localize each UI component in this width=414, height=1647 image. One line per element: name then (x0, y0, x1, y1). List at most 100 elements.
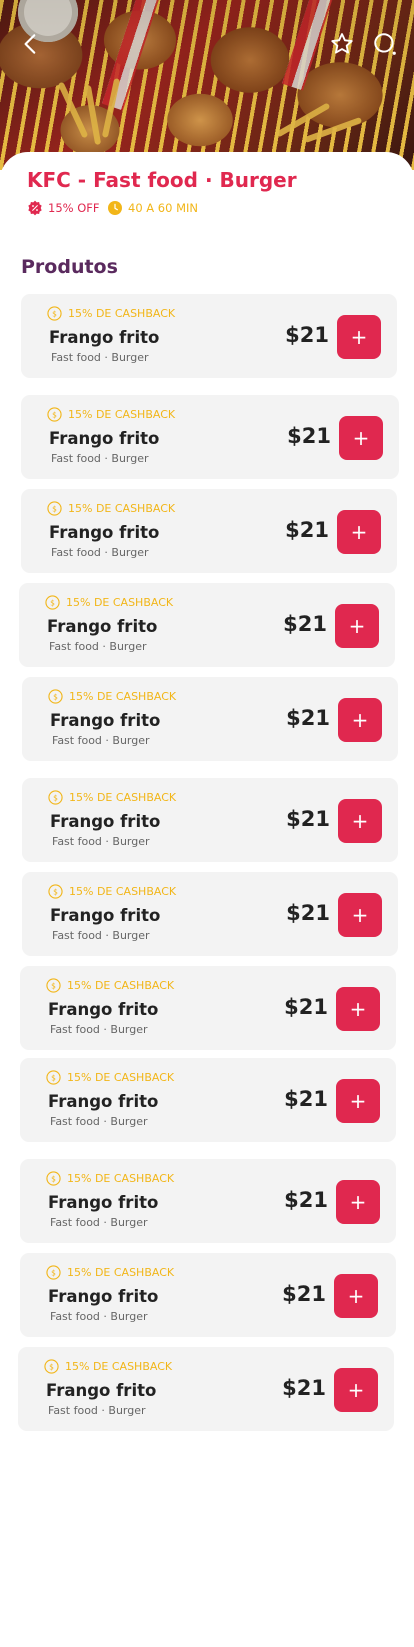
cashback-label: $ 15% DE CASHBACK (46, 1265, 174, 1280)
product-name: Frango frito (46, 1381, 157, 1400)
discount-text: 15% OFF (48, 201, 100, 215)
product-category: Fast food · Burger (48, 1404, 146, 1417)
coin-icon: $ (48, 790, 63, 805)
product-name: Frango frito (50, 906, 161, 925)
svg-text:$: $ (53, 887, 58, 896)
cashback-label: $ 15% DE CASHBACK (44, 1359, 172, 1374)
cashback-label: $ 15% DE CASHBACK (46, 1171, 174, 1186)
section-title: Produtos (21, 256, 118, 278)
back-button[interactable] (18, 31, 44, 57)
product-card[interactable]: $ 15% DE CASHBACK Frango frito Fast food… (22, 677, 398, 761)
add-to-cart-button[interactable]: + (338, 799, 382, 843)
cashback-label: $ 15% DE CASHBACK (48, 884, 176, 899)
add-to-cart-button[interactable]: + (339, 416, 383, 460)
svg-text:$: $ (51, 1268, 56, 1277)
star-icon (331, 33, 353, 54)
product-category: Fast food · Burger (51, 351, 149, 364)
search-icon (374, 33, 396, 55)
add-to-cart-button[interactable]: + (334, 1274, 378, 1318)
svg-text:$: $ (52, 309, 57, 318)
cashback-label: $ 15% DE CASHBACK (47, 306, 175, 321)
product-category: Fast food · Burger (52, 734, 150, 747)
cashback-label: $ 15% DE CASHBACK (47, 407, 175, 422)
product-name: Frango frito (48, 1000, 159, 1019)
product-price: $21 (285, 518, 329, 542)
product-category: Fast food · Burger (52, 929, 150, 942)
product-name: Frango frito (50, 812, 161, 831)
cashback-text: 15% DE CASHBACK (69, 791, 177, 804)
product-price: $21 (284, 995, 328, 1019)
product-price: $21 (284, 1087, 328, 1111)
cashback-text: 15% DE CASHBACK (67, 979, 175, 992)
cashback-text: 15% DE CASHBACK (67, 1266, 175, 1279)
coin-icon: $ (46, 978, 61, 993)
product-price: $21 (287, 424, 331, 448)
product-category: Fast food · Burger (50, 1115, 148, 1128)
coin-icon: $ (46, 1070, 61, 1085)
favorite-button[interactable] (329, 31, 355, 57)
product-card[interactable]: $ 15% DE CASHBACK Frango frito Fast food… (21, 395, 399, 479)
store-title: KFC - Fast food · Burger (27, 168, 297, 192)
product-price: $21 (284, 1188, 328, 1212)
svg-text:$: $ (53, 692, 58, 701)
add-to-cart-button[interactable]: + (337, 315, 381, 359)
delivery-time-text: 40 A 60 MIN (128, 201, 199, 215)
hero-overlay (0, 0, 414, 170)
product-price: $21 (286, 807, 330, 831)
product-name: Frango frito (47, 617, 158, 636)
product-card[interactable]: $ 15% DE CASHBACK Frango frito Fast food… (19, 583, 395, 667)
add-to-cart-button[interactable]: + (336, 1079, 380, 1123)
search-button[interactable] (372, 31, 398, 57)
cashback-text: 15% DE CASHBACK (67, 1071, 175, 1084)
add-to-cart-button[interactable]: + (338, 698, 382, 742)
product-name: Frango frito (49, 523, 160, 542)
product-category: Fast food · Burger (50, 1310, 148, 1323)
svg-text:$: $ (53, 793, 58, 802)
product-price: $21 (283, 612, 327, 636)
cashback-text: 15% DE CASHBACK (67, 1172, 175, 1185)
svg-text:$: $ (52, 504, 57, 513)
cashback-label: $ 15% DE CASHBACK (46, 1070, 174, 1085)
svg-text:$: $ (51, 1174, 56, 1183)
coin-icon: $ (47, 407, 62, 422)
cashback-label: $ 15% DE CASHBACK (47, 501, 175, 516)
coin-icon: $ (45, 595, 60, 610)
product-card[interactable]: $ 15% DE CASHBACK Frango frito Fast food… (20, 966, 396, 1050)
cashback-label: $ 15% DE CASHBACK (48, 790, 176, 805)
cashback-text: 15% DE CASHBACK (68, 502, 176, 515)
product-card[interactable]: $ 15% DE CASHBACK Frango frito Fast food… (20, 1058, 396, 1142)
chevron-left-icon (24, 34, 36, 54)
product-name: Frango frito (48, 1193, 159, 1212)
add-to-cart-button[interactable]: + (334, 1368, 378, 1412)
product-card[interactable]: $ 15% DE CASHBACK Frango frito Fast food… (22, 778, 398, 862)
cashback-label: $ 15% DE CASHBACK (46, 978, 174, 993)
product-card[interactable]: $ 15% DE CASHBACK Frango frito Fast food… (22, 872, 398, 956)
cashback-text: 15% DE CASHBACK (69, 690, 177, 703)
product-card[interactable]: $ 15% DE CASHBACK Frango frito Fast food… (21, 489, 397, 573)
product-category: Fast food · Burger (50, 1023, 148, 1036)
discount-tag-icon (28, 200, 42, 216)
product-card[interactable]: $ 15% DE CASHBACK Frango frito Fast food… (18, 1347, 394, 1431)
svg-text:$: $ (52, 410, 57, 419)
add-to-cart-button[interactable]: + (336, 1180, 380, 1224)
cashback-text: 15% DE CASHBACK (68, 307, 176, 320)
product-card[interactable]: $ 15% DE CASHBACK Frango frito Fast food… (21, 294, 397, 378)
svg-text:$: $ (51, 981, 56, 990)
product-card[interactable]: $ 15% DE CASHBACK Frango frito Fast food… (20, 1159, 396, 1243)
product-category: Fast food · Burger (52, 835, 150, 848)
coin-icon: $ (48, 884, 63, 899)
svg-text:$: $ (49, 1362, 54, 1371)
cashback-label: $ 15% DE CASHBACK (48, 689, 176, 704)
product-name: Frango frito (49, 429, 160, 448)
add-to-cart-button[interactable]: + (337, 510, 381, 554)
product-name: Frango frito (49, 328, 160, 347)
add-to-cart-button[interactable]: + (335, 604, 379, 648)
add-to-cart-button[interactable]: + (336, 987, 380, 1031)
svg-text:$: $ (50, 598, 55, 607)
product-category: Fast food · Burger (51, 452, 149, 465)
add-to-cart-button[interactable]: + (338, 893, 382, 937)
product-price: $21 (282, 1376, 326, 1400)
product-card[interactable]: $ 15% DE CASHBACK Frango frito Fast food… (20, 1253, 396, 1337)
coin-icon: $ (47, 306, 62, 321)
product-price: $21 (286, 901, 330, 925)
